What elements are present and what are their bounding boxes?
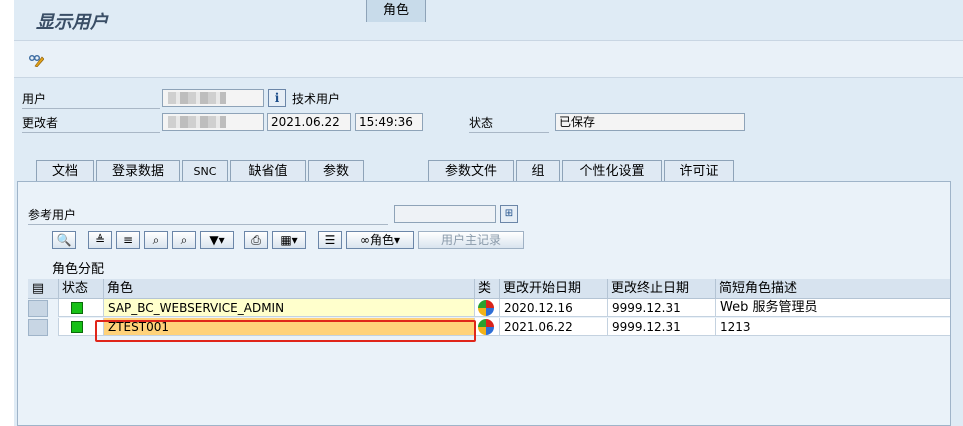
status-field: 已保存 — [555, 113, 745, 131]
highlight-box — [95, 320, 476, 342]
col-description[interactable]: 简短角色描述 — [715, 279, 950, 298]
changed-date-field: 2021.06.22 — [267, 113, 351, 131]
display-change-icon[interactable] — [28, 53, 44, 67]
sort-descending-icon[interactable]: ≡ — [116, 231, 140, 249]
col-start-date[interactable]: 更改开始日期 — [499, 279, 607, 298]
role-menu-label: 角色 — [369, 233, 394, 247]
status-label: 状态 — [469, 116, 494, 130]
col-role[interactable]: 角色 — [103, 279, 474, 298]
details-icon[interactable]: 🔍 — [52, 231, 76, 249]
composite-role-icon — [478, 300, 494, 316]
description-cell: 1213 — [715, 318, 950, 336]
start-date-cell: 2020.12.16 — [499, 299, 607, 317]
ref-user-field[interactable] — [394, 205, 496, 223]
glasses-icon: ∞ — [359, 233, 370, 247]
application-toolbar — [14, 40, 963, 78]
tab-roles[interactable]: 角色 — [366, 0, 426, 22]
changed-by-underline — [22, 132, 160, 133]
sort-ascending-icon[interactable]: ≜ — [88, 231, 112, 249]
tab-documentation[interactable]: 文档 — [36, 160, 94, 182]
info-icon[interactable]: i — [268, 89, 286, 107]
ref-user-label: 参考用户 — [28, 208, 77, 222]
find-icon[interactable]: ⌕ — [144, 231, 168, 249]
tab-defaults[interactable]: 缺省值 — [230, 160, 306, 182]
tab-parameters[interactable]: 参数 — [308, 160, 364, 182]
tab-personalization[interactable]: 个性化设置 — [562, 160, 662, 182]
tab-groups[interactable]: 组 — [516, 160, 560, 182]
find-next-icon[interactable]: ⌕ — [172, 231, 196, 249]
col-status[interactable]: 状态 — [58, 279, 103, 298]
changed-by-label: 更改者 — [22, 116, 59, 130]
tab-license[interactable]: 许可证 — [664, 160, 734, 182]
start-date-cell: 2021.06.22 — [499, 318, 607, 336]
changed-by-redacted — [168, 116, 226, 128]
role-menu-button[interactable]: ∞角色▾ — [346, 231, 414, 249]
status-green-icon — [71, 302, 83, 314]
description-cell: Web 服务管理员 — [715, 299, 950, 317]
col-end-date[interactable]: 更改终止日期 — [607, 279, 715, 298]
role-cell[interactable]: SAP_BC_WEBSERVICE_ADMIN — [103, 299, 474, 317]
filter-icon[interactable]: ▼▾ — [200, 231, 234, 249]
col-type[interactable]: 类 — [474, 279, 499, 298]
user-label-underline — [22, 108, 160, 109]
select-all-icon[interactable]: ▤ — [28, 279, 48, 298]
ref-user-underline — [28, 224, 388, 225]
row-selector[interactable] — [28, 319, 48, 336]
end-date-cell: 9999.12.31 — [607, 299, 715, 317]
role-assignment-label: 角色分配 — [52, 262, 105, 277]
tab-logon-data[interactable]: 登录数据 — [96, 160, 180, 182]
end-date-cell: 9999.12.31 — [607, 318, 715, 336]
print-icon[interactable]: ⎙ — [244, 231, 268, 249]
composite-role-icon — [478, 319, 494, 335]
changed-time-field: 15:49:36 — [355, 113, 423, 131]
title-bar: 显示用户 — [14, 0, 963, 40]
tab-snc[interactable]: SNC — [182, 160, 228, 182]
user-master-record-label: 用户主记录 — [440, 233, 501, 247]
tab-profiles[interactable]: 参数文件 — [428, 160, 514, 182]
user-label: 用户 — [22, 92, 47, 106]
page-title: 显示用户 — [36, 12, 108, 33]
select-layout-icon[interactable]: ☰ — [318, 231, 342, 249]
status-green-icon — [71, 321, 83, 333]
user-master-record-button[interactable]: 用户主记录 — [418, 231, 524, 249]
tech-user-label: 技术用户 — [292, 92, 341, 106]
row-selector[interactable] — [28, 300, 48, 317]
ref-user-navigate-icon[interactable]: ⊞ — [500, 205, 518, 223]
user-name-redacted — [168, 92, 226, 104]
layout-icon[interactable]: ▦▾ — [272, 231, 306, 249]
status-label-underline — [469, 132, 549, 133]
